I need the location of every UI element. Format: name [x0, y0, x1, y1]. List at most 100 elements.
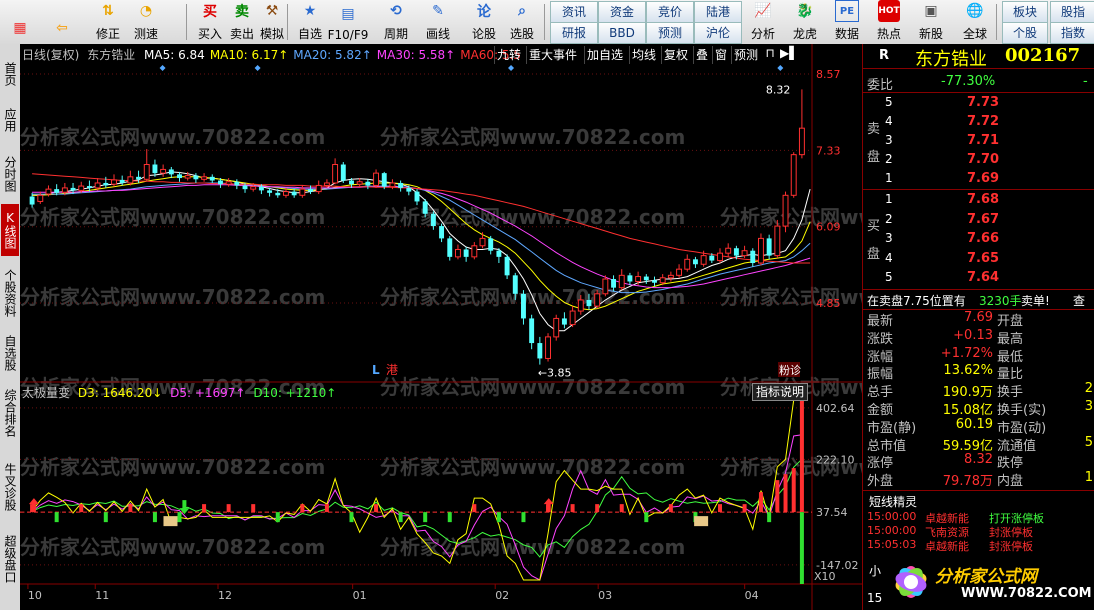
candle-body[interactable] [602, 278, 609, 295]
toolbar-pair-top[interactable]: 股指 [1050, 1, 1094, 23]
sell-level-row[interactable]: 2 7.70 [863, 151, 1094, 170]
candle-body[interactable] [70, 187, 76, 191]
candle-body[interactable] [193, 175, 199, 180]
toolbar-pair-bottom[interactable]: 研报 [550, 22, 598, 44]
sell-level-row[interactable]: 4 7.72 [863, 113, 1094, 132]
star-button[interactable]: ★ 自选 [292, 0, 328, 44]
candle-body[interactable] [504, 256, 510, 276]
toolbar-pair-top[interactable]: 资讯 [550, 1, 598, 23]
candle-body[interactable] [127, 176, 134, 184]
gavel-button[interactable]: ⚒ 模拟 [254, 0, 290, 44]
candle-body[interactable] [422, 201, 428, 214]
short-line-item[interactable]: 15:05:03 卓越新能 封涨停板 [863, 538, 1094, 553]
candle-body[interactable] [782, 194, 789, 227]
nav-item[interactable]: 自选股 [1, 332, 19, 374]
buy-level-row[interactable]: 1 7.68 [863, 191, 1094, 210]
nav-item[interactable]: 牛叉诊股 [1, 454, 19, 520]
candle-body[interactable] [283, 191, 289, 196]
candle-body[interactable] [569, 310, 576, 326]
chart-tab[interactable]: 重大事件 [526, 46, 585, 64]
candle-body[interactable] [774, 225, 781, 257]
candle-body[interactable] [488, 238, 494, 251]
candle-body[interactable] [381, 173, 387, 187]
candle-body[interactable] [439, 226, 445, 239]
sell-level-row[interactable]: 3 7.71 [863, 132, 1094, 151]
candle-body[interactable] [529, 318, 535, 344]
candle-body[interactable] [160, 168, 167, 174]
speed-button[interactable]: ◔ 测速 [128, 0, 164, 44]
sell-level-row[interactable]: 5 7.73 [863, 94, 1094, 113]
indicator-explain-button[interactable]: 指标说明 [752, 383, 809, 401]
candle-body[interactable] [45, 188, 52, 195]
nav-item[interactable]: 综合排名 [1, 378, 19, 448]
new-stock-button[interactable]: ▣ 新股 [912, 0, 950, 44]
candle-body[interactable] [667, 274, 674, 279]
candle-body[interactable] [717, 252, 723, 262]
nav-item[interactable]: 超级盘口 [1, 526, 19, 592]
candle-body[interactable] [545, 336, 551, 359]
candle-body[interactable] [37, 194, 44, 202]
toolbar-pair-bottom[interactable]: 个股 [1002, 22, 1048, 44]
candle-body[interactable] [365, 181, 371, 186]
candle-body[interactable] [267, 190, 273, 193]
pe-data-button[interactable]: PE 数据 [828, 0, 866, 44]
candle-body[interactable] [447, 238, 453, 257]
toolbar-pair-bottom[interactable]: 预测 [646, 22, 694, 44]
candle-body[interactable] [627, 275, 633, 282]
event-marker-gang[interactable]: 港 [386, 363, 398, 377]
candle-body[interactable] [454, 248, 461, 258]
candle-body[interactable] [389, 182, 396, 188]
kline-chart[interactable]: 分析家公式网www.70822.com 分析家公式网www.70822.com 分析… [20, 44, 862, 610]
candle-body[interactable] [430, 213, 436, 227]
candle-body[interactable] [676, 268, 683, 276]
candle-body[interactable] [308, 189, 313, 192]
candle-body[interactable] [209, 176, 215, 181]
candle-body[interactable] [61, 187, 68, 193]
hot-button[interactable]: HOT 热点 [870, 0, 908, 44]
candle-body[interactable] [618, 274, 625, 289]
cycle-button[interactable]: ⟲ 周期 [378, 0, 414, 44]
candle-body[interactable] [234, 181, 240, 186]
candle-body[interactable] [349, 180, 354, 185]
candle-body[interactable] [78, 185, 85, 191]
chart-tab[interactable]: 加自选 [584, 46, 630, 64]
toolbar-pair-bottom[interactable]: BBD [598, 22, 646, 44]
chart-tab[interactable]: 预测 [731, 46, 764, 64]
candle-body[interactable] [766, 238, 772, 256]
buy-level-row[interactable]: 2 7.67 [863, 211, 1094, 230]
short-line-item[interactable]: 15:00:00 飞南资源 封涨停板 [863, 524, 1094, 539]
candle-body[interactable] [258, 186, 264, 191]
candle-body[interactable] [94, 182, 101, 189]
chart-export-icon[interactable]: ▶▌ [780, 46, 798, 62]
candle-body[interactable] [709, 255, 715, 261]
candle-body[interactable] [299, 188, 306, 196]
buy-level-row[interactable]: 3 7.66 [863, 230, 1094, 249]
candle-body[interactable] [184, 175, 191, 179]
dragon-tiger-button[interactable]: 🐉 龙虎 [786, 0, 824, 44]
nav-item[interactable]: 分时图 [1, 150, 19, 198]
candle-body[interactable] [356, 181, 363, 185]
candle-body[interactable] [315, 184, 322, 193]
candle-body[interactable] [750, 250, 756, 264]
candle-body[interactable] [659, 277, 666, 284]
chart-tab[interactable]: 均线 [629, 46, 662, 64]
candle-body[interactable] [136, 176, 142, 180]
toolbar-pair-top[interactable]: 陆港 [694, 1, 742, 23]
candle-body[interactable] [250, 186, 257, 190]
back-arrow-button[interactable]: ⇦ [44, 0, 80, 44]
pencil-button[interactable]: ✎ 画线 [420, 0, 456, 44]
candle-body[interactable] [119, 179, 125, 183]
candle-body[interactable] [594, 293, 601, 307]
sell-level-row[interactable]: 1 7.69 [863, 170, 1094, 189]
windows-logo-button[interactable]: ▦ [2, 0, 38, 44]
candle-body[interactable] [54, 189, 60, 193]
buy-button[interactable]: 买买入 [192, 0, 228, 44]
candle-body[interactable] [586, 299, 592, 307]
toolbar-pair-top[interactable]: 板块 [1002, 1, 1048, 23]
event-marker-l[interactable]: L [372, 363, 380, 377]
nav-item[interactable]: 应用 [1, 96, 19, 144]
diagnose-label[interactable]: 粉诊 [779, 363, 801, 377]
chart-tab[interactable]: 叠 [693, 46, 713, 64]
candle-body[interactable] [741, 250, 748, 257]
candle-body[interactable] [332, 164, 339, 184]
